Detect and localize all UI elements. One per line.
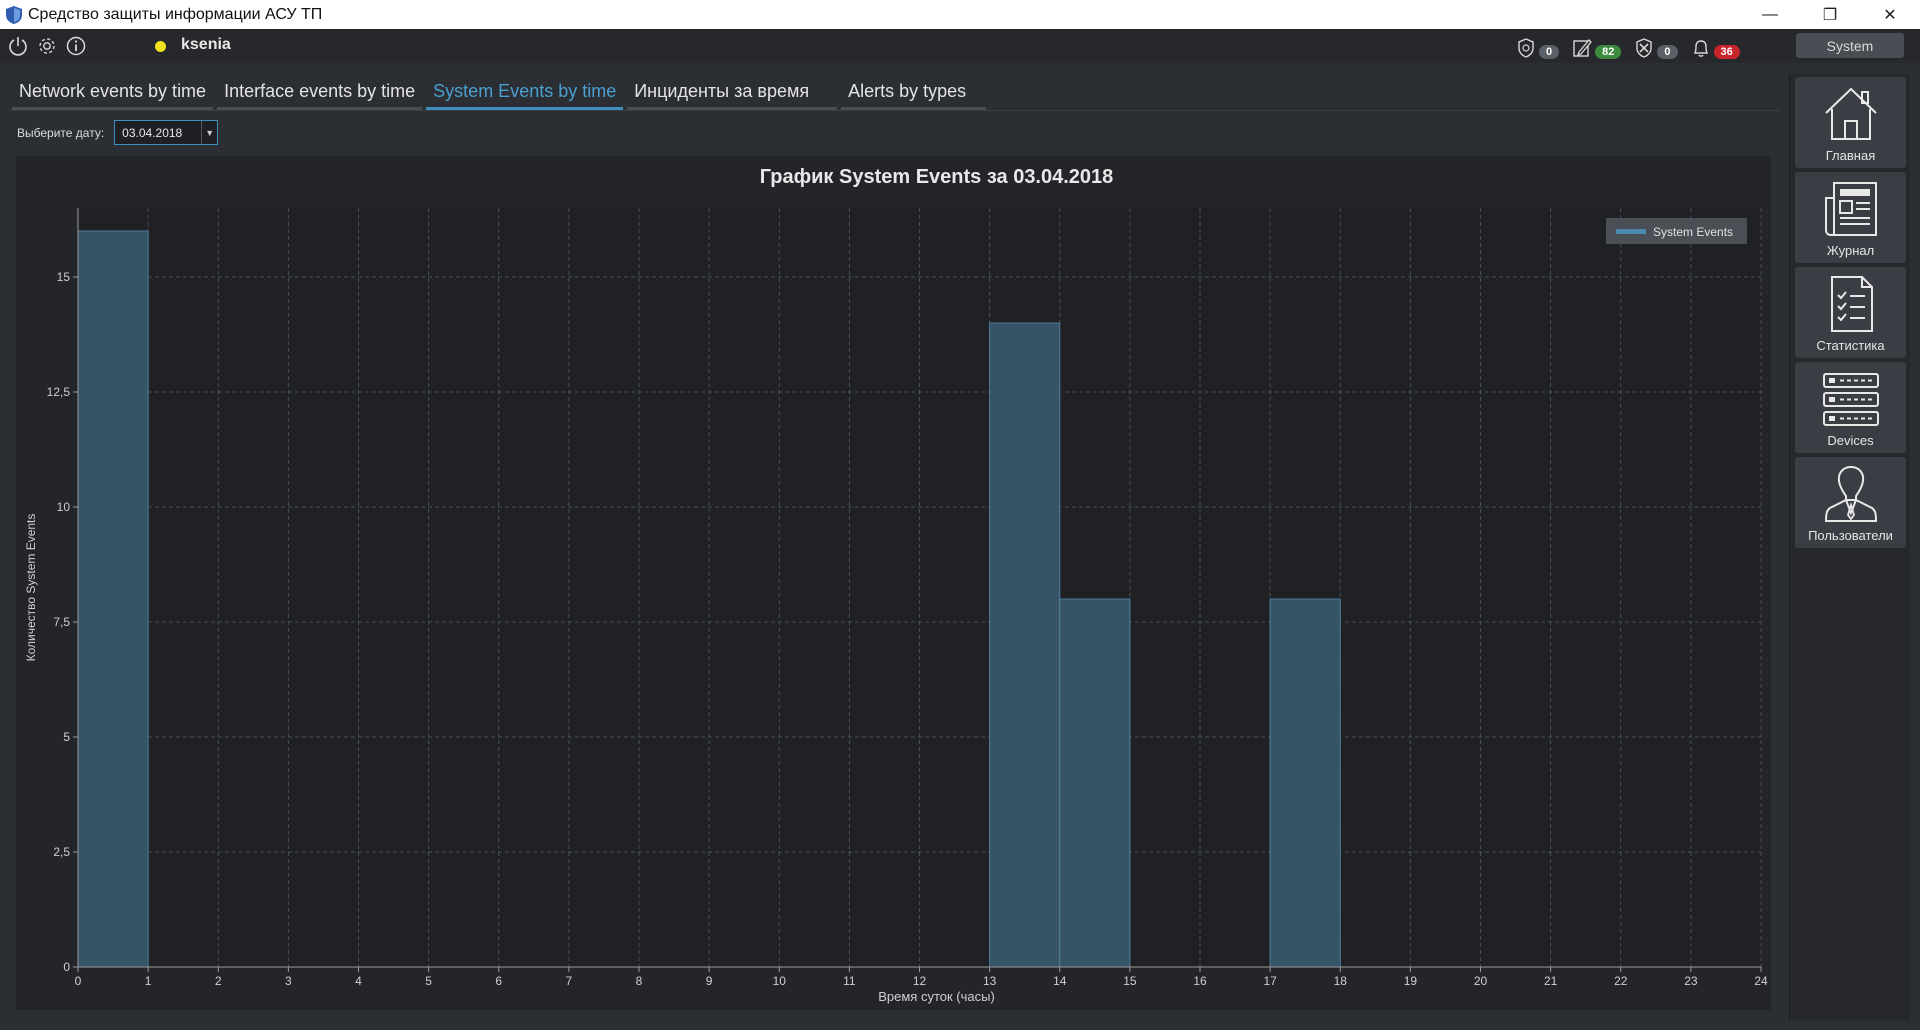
nav-statistics[interactable]: Статистика <box>1795 267 1906 358</box>
x-axis-label: Время суток (часы) <box>878 989 995 1004</box>
x-tick-label: 20 <box>1474 974 1488 988</box>
home-icon <box>1824 87 1877 140</box>
x-tick-label: 9 <box>706 974 713 988</box>
shield-count-badge: 0 <box>1539 45 1560 59</box>
x-tick-label: 23 <box>1684 974 1698 988</box>
shield-app-icon <box>6 5 22 24</box>
x-tick-label: 13 <box>983 974 997 988</box>
x-tick-label: 14 <box>1053 974 1067 988</box>
tab-interface-events[interactable]: Interface events by time <box>217 76 423 110</box>
tab-bar: Network events by time Interface events … <box>12 76 990 110</box>
system-button[interactable]: System <box>1796 33 1904 58</box>
y-axis-label: Количество System Events <box>24 514 38 662</box>
bell-icon <box>1693 40 1708 57</box>
nav-label-devices: Devices <box>1827 433 1874 448</box>
y-tick-label: 15 <box>57 270 71 284</box>
journal-icon <box>1824 182 1877 236</box>
shield-icon <box>1518 38 1534 58</box>
x-tick-label: 8 <box>636 974 643 988</box>
main-panel: Network events by time Interface events … <box>10 74 1780 1020</box>
bar <box>989 322 1061 968</box>
app-toolbar: ksenia 0 82 0 36 System <box>0 29 1920 63</box>
x-tick-label: 19 <box>1404 974 1418 988</box>
edit-count-badge: 82 <box>1595 45 1622 59</box>
tabs-divider <box>10 110 1780 111</box>
bell-count-badge: 36 <box>1713 45 1740 59</box>
minimize-button[interactable]: — <box>1740 0 1800 29</box>
maximize-button[interactable]: ❐ <box>1800 0 1860 29</box>
x-tick-label: 1 <box>145 974 152 988</box>
date-input[interactable]: 03.04.2018 ▼ <box>114 120 219 145</box>
chart-svg: 0 1 2 3 4 5 6 7 8 9 10 11 12 13 14 15 16 17 18 19 20 21 22 23 24… <box>24 166 1768 1004</box>
x-tick-label: 15 <box>1123 974 1137 988</box>
nav-label-statistics: Статистика <box>1816 338 1885 353</box>
x-tick-label: 22 <box>1614 974 1628 988</box>
info-icon[interactable] <box>65 35 87 57</box>
legend-swatch <box>1616 229 1646 234</box>
bar <box>77 230 149 968</box>
nav-users[interactable]: Пользователи <box>1795 457 1906 548</box>
chart-title: График System Events за 03.04.2018 <box>760 166 1114 188</box>
nav-label-home: Главная <box>1825 148 1876 163</box>
user-icon <box>1824 465 1877 522</box>
x-tick-label: 5 <box>425 974 432 988</box>
right-nav: Главная Журнал Статистика Devices Пользо… <box>1789 74 1910 1020</box>
status-indicator <box>155 41 166 52</box>
x-tick-label: 10 <box>773 974 787 988</box>
checklist-icon <box>1830 276 1873 332</box>
x-tick-label: 3 <box>285 974 292 988</box>
nav-label-users: Пользователи <box>1808 528 1893 543</box>
x-tick-label: 21 <box>1544 974 1558 988</box>
counter-edit[interactable]: 82 <box>1571 33 1622 59</box>
tools-icon <box>1636 38 1653 58</box>
nav-home[interactable]: Главная <box>1795 77 1906 168</box>
window-title: Средство защиты информации АСУ ТП <box>28 5 323 23</box>
window-titlebar: Средство защиты информации АСУ ТП — ❐ ✕ <box>0 0 1920 29</box>
counter-bell[interactable]: 36 <box>1690 33 1740 59</box>
y-tick-label: 10 <box>57 500 71 514</box>
nav-devices[interactable]: Devices <box>1795 362 1906 453</box>
x-tick-label: 24 <box>1754 974 1768 988</box>
username: ksenia <box>181 36 231 53</box>
x-tick-label: 0 <box>75 974 82 988</box>
y-tick-label: 2,5 <box>53 845 70 859</box>
server-icon <box>1822 373 1879 426</box>
counter-shield[interactable]: 0 <box>1515 33 1560 59</box>
x-tick-label: 18 <box>1334 974 1348 988</box>
nav-label-journal: Журнал <box>1826 243 1875 258</box>
bar <box>1269 598 1341 968</box>
x-tick-label: 2 <box>215 974 222 988</box>
date-label: Выберите дату: <box>17 125 105 140</box>
y-tick-label: 5 <box>63 730 70 744</box>
tab-system-events[interactable]: System Events by time <box>426 76 624 110</box>
y-tick-label: 0 <box>63 960 70 974</box>
y-tick-label: 7,5 <box>53 615 70 629</box>
x-tick-label: 4 <box>355 974 362 988</box>
date-row: Выберите дату: 03.04.2018 ▼ <box>17 120 219 145</box>
x-tick-label: 12 <box>913 974 927 988</box>
nav-journal[interactable]: Журнал <box>1795 172 1906 263</box>
legend-label: System Events <box>1653 225 1733 239</box>
tools-count-badge: 0 <box>1657 45 1678 59</box>
edit-icon <box>1573 39 1593 57</box>
x-tick-label: 7 <box>566 974 573 988</box>
bar <box>1059 598 1131 968</box>
chart-panel: 0 1 2 3 4 5 6 7 8 9 10 11 12 13 14 15 16 17 18 19 20 21 22 23 24… <box>16 156 1771 1010</box>
counter-tools[interactable]: 0 <box>1633 33 1678 59</box>
close-button[interactable]: ✕ <box>1860 0 1920 29</box>
y-tick-label: 12,5 <box>47 385 71 399</box>
x-tick-label: 16 <box>1193 974 1207 988</box>
tab-alerts-by-types[interactable]: Alerts by types <box>841 76 987 110</box>
notification-counters: 0 82 0 36 <box>1515 33 1752 59</box>
x-tick-label: 11 <box>843 974 856 988</box>
tab-network-events[interactable]: Network events by time <box>12 76 214 110</box>
gear-icon[interactable] <box>36 35 58 57</box>
x-tick-label: 6 <box>495 974 502 988</box>
chevron-down-icon[interactable]: ▼ <box>201 121 217 144</box>
power-icon[interactable] <box>7 35 29 57</box>
x-tick-label: 17 <box>1263 974 1277 988</box>
tab-incidents[interactable]: Инциденты за время <box>627 76 838 110</box>
date-value[interactable]: 03.04.2018 <box>115 126 201 140</box>
